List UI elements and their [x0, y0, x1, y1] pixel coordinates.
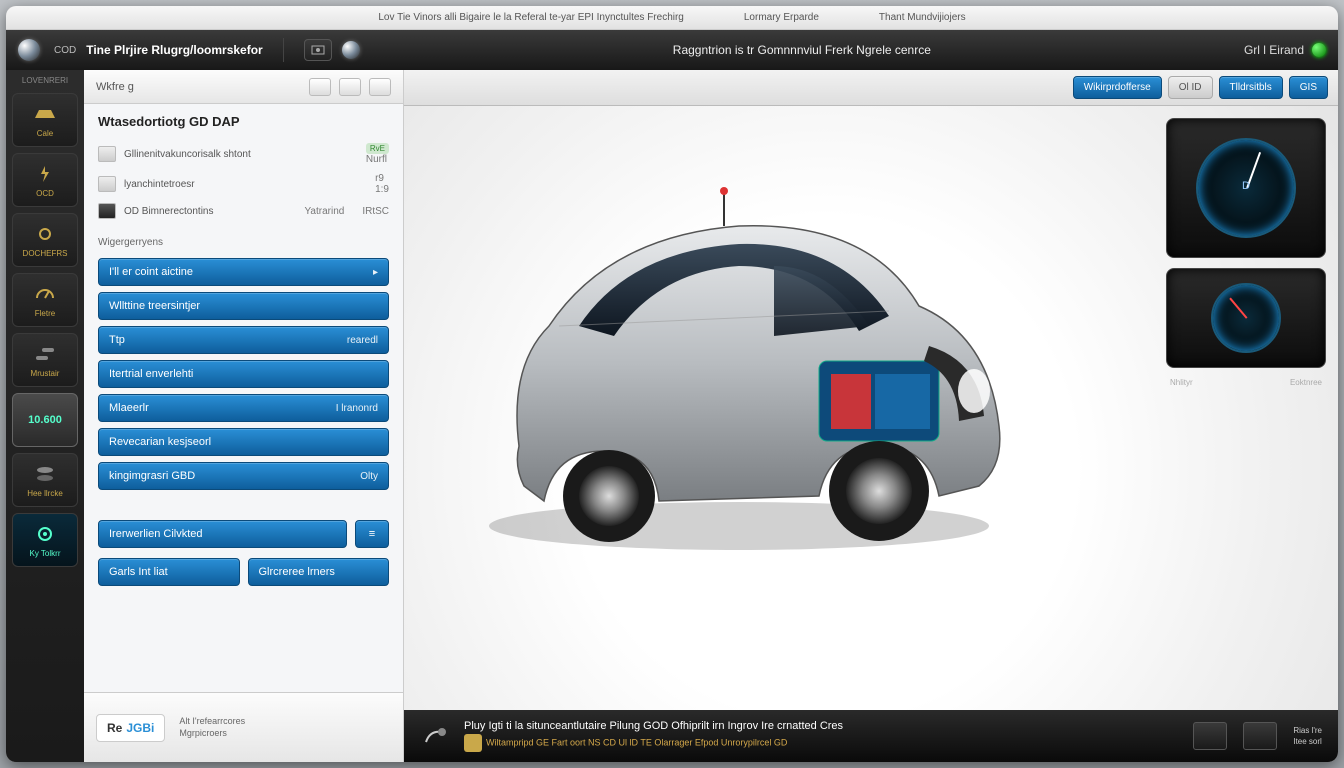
action-button[interactable]: Itertrial enverlehti	[98, 360, 389, 388]
tabbar: Wikirprdofferse Ol ID Tlldrsitbls GIS	[404, 70, 1338, 106]
nav-rail: LOVENRERI Cale OCD DOCHEFRS Fletre Mrust…	[6, 70, 84, 762]
status-thumb-icon[interactable]	[1193, 722, 1227, 750]
sidebar-tool-icon[interactable]	[369, 78, 391, 96]
rail-item-3[interactable]: Fletre	[12, 273, 78, 327]
status-led-icon	[1312, 43, 1326, 57]
action-button[interactable]: MlaeerlrI lranonrd	[98, 394, 389, 422]
rail-heading: LOVENRERI	[12, 74, 78, 87]
tab[interactable]: Ol ID	[1168, 76, 1213, 99]
action-button[interactable]: Ttprearedl	[98, 326, 389, 354]
app-orb-icon[interactable]	[18, 39, 40, 61]
action-button[interactable]: I'll er coint aictine▸	[98, 258, 389, 286]
header-subtitle: Raggntrion is tr Gomnnnviul Frerk Ngrele…	[370, 43, 1234, 57]
header-right-label: Grl l Eirand	[1244, 43, 1304, 57]
status-title: Pluy Igti ti la situnceantlutaire Pilung…	[464, 720, 843, 732]
foot-button[interactable]: Irerwerlien Cilvkted	[98, 520, 347, 548]
main-area: Wikirprdofferse Ol ID Tlldrsitbls GIS	[404, 70, 1338, 762]
app-title: Tine Plrjire Rlugrg/loomrskefor	[86, 43, 262, 57]
foot-button[interactable]: Garls Int liat	[98, 558, 240, 586]
toolbar-camera-icon[interactable]	[304, 39, 332, 61]
rail-item-4[interactable]: Mrustair	[12, 333, 78, 387]
sidebar-tool-icon[interactable]	[309, 78, 331, 96]
action-button[interactable]: Revecarian kesjseorl	[98, 428, 389, 456]
menu-item[interactable]: Lov Tie Vinors alli Bigaire le la Refera…	[378, 12, 684, 23]
sidebar-footer: ReJGBi Alt I'refearrcoresMgrpicroers	[84, 692, 403, 762]
vehicle-icon	[459, 166, 1019, 556]
doc-icon	[98, 176, 116, 192]
info-row: OD BimnerectontinsYatrarindIRtSC	[98, 199, 389, 223]
tab[interactable]: Tlldrsitbls	[1219, 76, 1283, 99]
rail-item-7[interactable]: Ky Tolkrr	[12, 513, 78, 567]
warning-icon	[464, 734, 482, 752]
foot-button[interactable]: Glrcreree lrners	[248, 558, 390, 586]
foot-icon-button[interactable]: ≡	[355, 520, 389, 548]
menu-item[interactable]: Lormary Erparde	[744, 12, 819, 23]
sidebar: Wkfre g Wtasedortiotg GD DAP Gllinenitva…	[84, 70, 404, 762]
section-title: Wtasedortiotg GD DAP	[98, 114, 389, 129]
sidebar-tool-icon[interactable]	[339, 78, 361, 96]
footer-text: Alt I'refearrcoresMgrpicroers	[179, 716, 245, 739]
tab[interactable]: Wikirprdofferse	[1073, 76, 1162, 99]
menu-item[interactable]: Thant Mundvijiojers	[879, 12, 966, 23]
gauge-secondary[interactable]	[1166, 268, 1326, 368]
info-row: Gllinenitvakuncorisalk shtontRvENurfl	[98, 139, 389, 169]
rail-item-2[interactable]: DOCHEFRS	[12, 213, 78, 267]
tab[interactable]: GIS	[1289, 76, 1328, 99]
rail-item-1[interactable]: OCD	[12, 153, 78, 207]
rail-item-5[interactable]: 10.600	[12, 393, 78, 447]
subheading: Wigergerryens	[98, 237, 389, 248]
status-subtext: Wiltampripd GE Fart oort NS CD Ul lD TE …	[486, 737, 787, 747]
vehicle-canvas[interactable]: D Nhlityr Eoktnree	[404, 106, 1338, 710]
statusbar: Pluy Igti ti la situnceantlutaire Pilung…	[404, 710, 1338, 762]
brand-logo[interactable]: ReJGBi	[96, 714, 165, 742]
action-button[interactable]: Wllttine treersintjer	[98, 292, 389, 320]
sidebar-header: Wkfre g	[84, 70, 403, 104]
titlebar: COD Tine Plrjire Rlugrg/loomrskefor Ragg…	[6, 30, 1338, 70]
info-row: lyanchintetroesrr91:9	[98, 169, 389, 199]
rail-item-0[interactable]: Cale	[12, 93, 78, 147]
connector-icon	[420, 722, 448, 750]
app-code-label: COD	[54, 45, 76, 56]
menubar: Lov Tie Vinors alli Bigaire le la Refera…	[6, 6, 1338, 30]
action-button[interactable]: kingimgrasri GBDOlty	[98, 462, 389, 490]
gauge-primary[interactable]: D	[1166, 118, 1326, 258]
gauge-label: Eoktnree	[1290, 378, 1322, 402]
toolbar-orb-icon[interactable]	[342, 41, 360, 59]
status-thumb-icon[interactable]	[1243, 722, 1277, 750]
rail-item-6[interactable]: Hee llrcke	[12, 453, 78, 507]
gauge-panel: D Nhlityr Eoktnree	[1166, 118, 1326, 402]
doc-icon	[98, 146, 116, 162]
gauge-label: Nhlityr	[1170, 378, 1193, 402]
chip-icon	[98, 203, 116, 219]
